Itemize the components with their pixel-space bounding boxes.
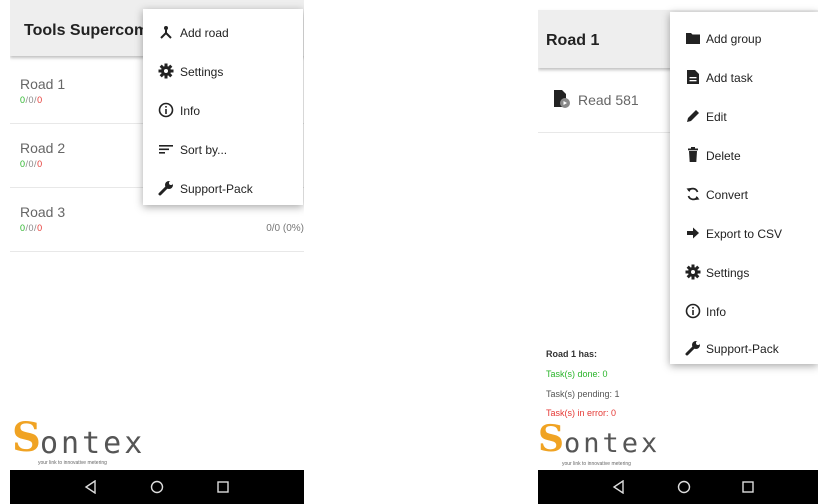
summary-header: Road 1 has: (546, 349, 598, 359)
trash-icon (684, 146, 702, 164)
document-pending-icon (552, 90, 570, 108)
gear-icon (157, 62, 175, 80)
menu-item-add-group[interactable]: Add group (670, 20, 818, 58)
error-count: 0 (37, 95, 43, 105)
menu-item-convert[interactable]: Convert (670, 176, 818, 214)
menu-item-label: Support-Pack (706, 342, 779, 356)
sort-icon (157, 140, 175, 158)
app-title: Road 1 (546, 32, 600, 49)
menu-item-label: Info (180, 104, 201, 118)
road-counts: 0/0/0 (20, 159, 43, 169)
menu-item-info[interactable]: Info (143, 91, 303, 129)
road-counts: 0/0/0 (20, 223, 43, 233)
menu-item-add-task[interactable]: Add task (670, 59, 818, 97)
home-icon[interactable] (147, 477, 167, 497)
back-icon[interactable] (608, 477, 628, 497)
gear-icon (684, 263, 702, 281)
arrow-right-icon (684, 224, 702, 242)
menu-item-label: Support-Pack (180, 182, 253, 196)
menu-item-settings[interactable]: Settings (670, 254, 818, 292)
menu-item-support-pack[interactable]: Support-Pack (670, 330, 818, 368)
menu-item-settings[interactable]: Settings (143, 52, 303, 90)
overflow-menu: Add road Settings Info Sort by... Suppor… (143, 9, 303, 205)
menu-item-edit[interactable]: Edit (670, 98, 818, 136)
add-road-icon (157, 23, 175, 41)
menu-item-label: Add road (180, 26, 229, 40)
folder-icon (684, 29, 702, 47)
menu-item-label: Delete (706, 149, 741, 163)
back-icon[interactable] (80, 477, 100, 497)
menu-item-add-road[interactable]: Add road (143, 13, 303, 51)
pencil-icon (684, 107, 702, 125)
task-name: Read 581 (578, 92, 639, 108)
info-icon (684, 302, 702, 320)
wrench-icon (157, 179, 175, 197)
navigation-bar (538, 470, 818, 504)
menu-item-info[interactable]: Info (670, 293, 818, 331)
error-count: 0 (37, 223, 43, 233)
menu-item-label: Info (706, 305, 727, 319)
summary-pending: Task(s) pending: 1 (546, 389, 620, 399)
recents-icon[interactable] (738, 477, 758, 497)
wrench-icon (684, 339, 702, 357)
road-name: Road 2 (20, 140, 66, 156)
home-icon[interactable] (674, 477, 694, 497)
menu-item-support-pack[interactable]: Support-Pack (143, 169, 303, 207)
road-counts: 0/0/0 (20, 95, 43, 105)
menu-item-label: Export to CSV (706, 227, 783, 241)
info-icon (157, 101, 175, 119)
summary-done: Task(s) done: 0 (546, 369, 608, 379)
menu-item-export-csv[interactable]: Export to CSV (670, 215, 818, 253)
recents-icon[interactable] (213, 477, 233, 497)
sontex-logo: S ontex your link to innovative metering (12, 414, 146, 466)
menu-item-label: Convert (706, 188, 749, 202)
menu-item-label: Sort by... (180, 143, 228, 157)
overflow-menu: Add group Add task Edit Delete Convert E… (670, 12, 818, 364)
sontex-logo: S ontex your link to innovative metering (538, 418, 661, 467)
road-name: Road 1 (20, 76, 66, 92)
menu-item-sort[interactable]: Sort by... (143, 130, 303, 168)
sync-icon (684, 185, 702, 203)
app-title: Tools Supercom (24, 22, 149, 39)
menu-item-label: Settings (706, 266, 750, 280)
menu-item-delete[interactable]: Delete (670, 137, 818, 175)
navigation-bar (10, 470, 304, 504)
menu-item-label: Edit (706, 110, 727, 124)
error-count: 0 (37, 159, 43, 169)
road-progress: 0/0 (0%) (266, 223, 304, 234)
menu-item-label: Settings (180, 65, 224, 79)
road-name: Road 3 (20, 204, 66, 220)
menu-item-label: Add group (706, 32, 762, 46)
right-phone-screen: Road 1 Read 581 Road 1 has: Task(s) done… (538, 0, 818, 504)
menu-item-label: Add task (706, 71, 753, 85)
file-icon (684, 68, 702, 86)
left-phone-screen: Tools Supercom Road 1 0/0/0 Road 2 0/0/0… (10, 0, 304, 504)
